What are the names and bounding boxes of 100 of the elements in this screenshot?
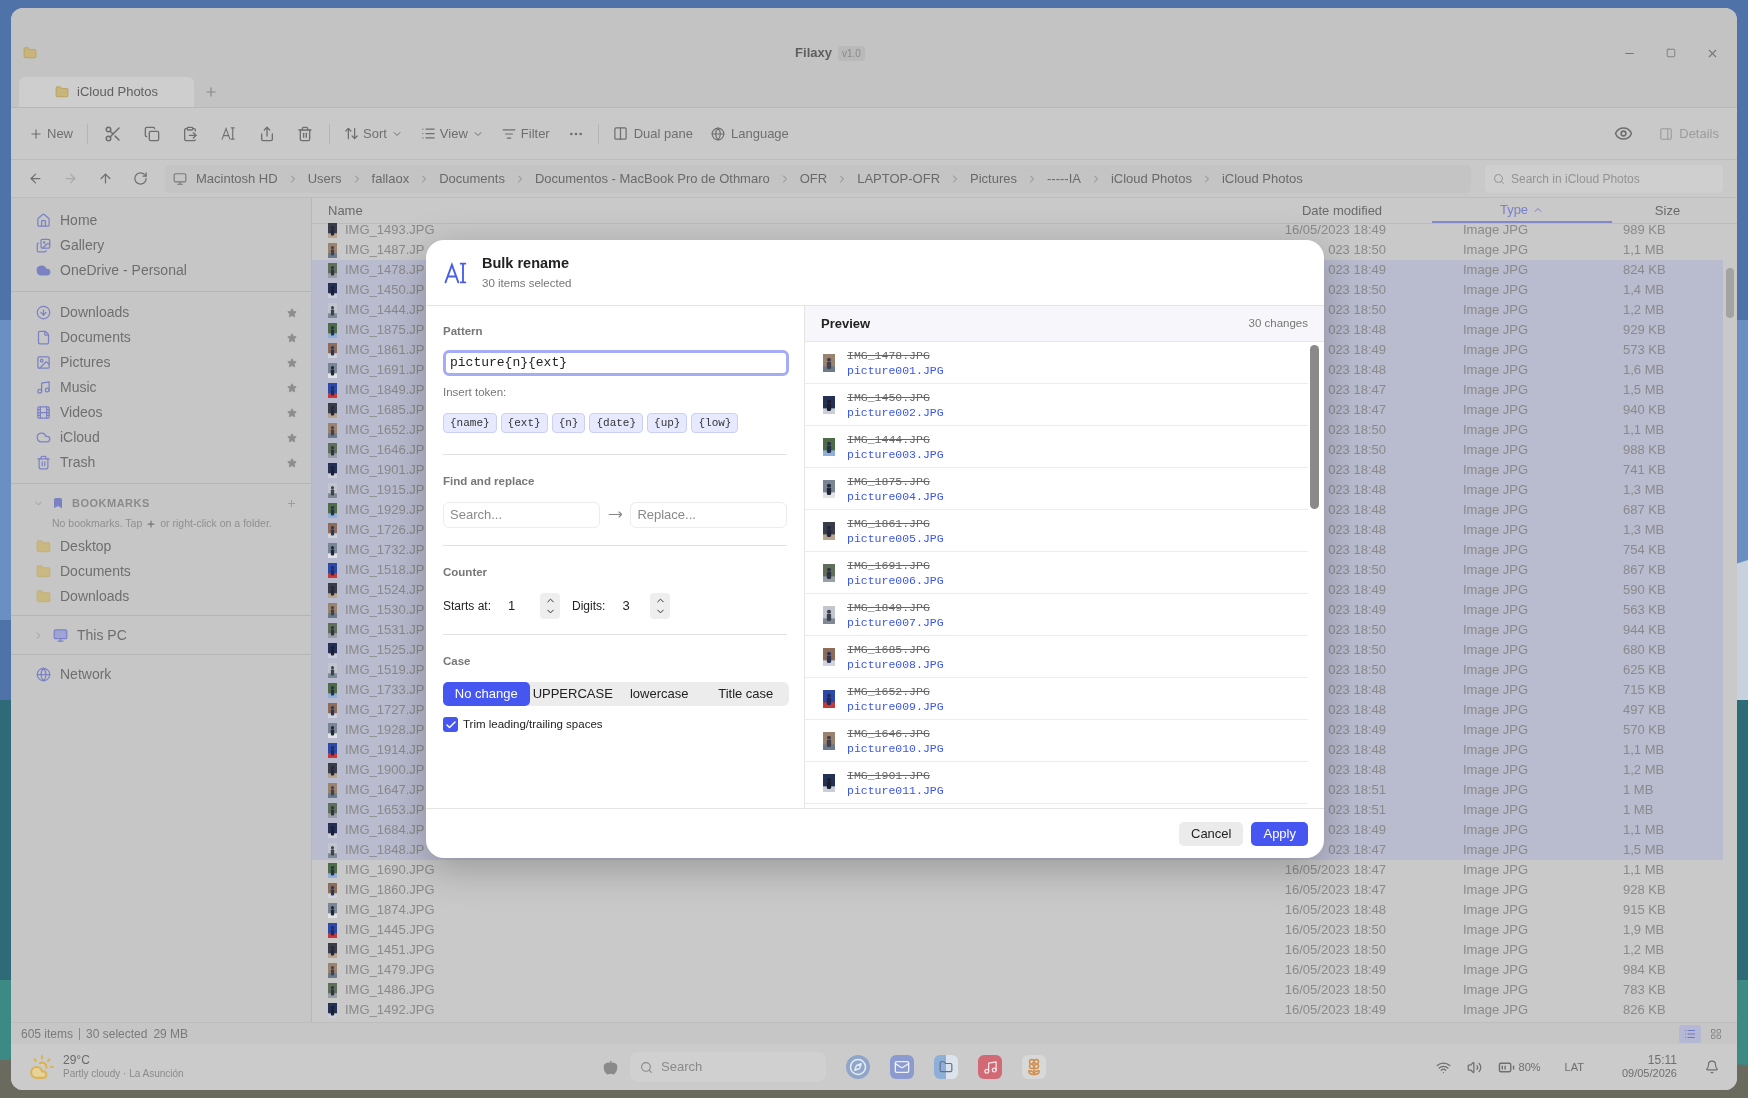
type-cell: Image JPG	[1463, 802, 1529, 818]
window-title: Filaxy	[795, 44, 832, 63]
file-name: IMG_1874.JPG	[345, 901, 435, 920]
old-file-name: IMG_1646.JPG	[847, 725, 931, 741]
file-name: IMG_1901.JP	[345, 461, 425, 480]
selection-count: 30 selected	[86, 1025, 148, 1043]
type-cell: Image JPG	[1463, 302, 1529, 318]
date-cell: 16/05/2023 18:49	[1284, 222, 1386, 238]
file-name: IMG_1860.JPG	[345, 881, 435, 900]
file-name: IMG_1525.JP	[345, 641, 425, 660]
date-cell: 16/05/2023 18:50	[1284, 942, 1386, 958]
size-cell: 1,5 MB	[1623, 382, 1665, 398]
section-label: Find and replace	[443, 474, 536, 490]
date-cell: 16/05/2023 18:50	[1284, 982, 1386, 998]
file-name: IMG_1445.JPG	[345, 921, 435, 940]
type-cell: Image JPG	[1463, 582, 1529, 598]
type-cell: Image JPG	[1463, 622, 1529, 638]
old-file-name: IMG_1849.JPG	[847, 599, 931, 615]
size-cell: 1,1 MB	[1623, 242, 1665, 258]
type-cell: Image JPG	[1463, 462, 1529, 478]
date-cell: 16/05/2023 18:49	[1284, 962, 1386, 978]
new-file-name: picture004.JPG	[847, 488, 944, 504]
size-cell: 1,5 MB	[1623, 842, 1665, 858]
clock-date: 09/05/2026	[1621, 1067, 1677, 1080]
file-name: IMG_1492.JPG	[345, 1001, 435, 1020]
date-cell: 023 18:51	[1328, 802, 1386, 818]
file-name: IMG_1875.JP	[345, 321, 425, 340]
date-cell: 023 18:48	[1328, 682, 1386, 698]
size-cell: 715 KB	[1623, 682, 1666, 698]
new-file-name: picture008.JPG	[847, 656, 944, 672]
change-count: 30 changes	[1248, 315, 1308, 331]
type-cell: Image JPG	[1463, 742, 1529, 758]
type-cell: Image JPG	[1463, 762, 1529, 778]
file-name: IMG_1684.JP	[345, 821, 425, 840]
new-file-name: picture005.JPG	[847, 530, 944, 546]
section-label: Case	[443, 653, 472, 669]
date-cell: 023 18:50	[1328, 422, 1386, 438]
file-name: IMG_1493.JPG	[345, 221, 435, 240]
file-name: IMG_1848.JP	[345, 841, 425, 860]
field-label: Digits:	[572, 597, 606, 615]
date-cell: 023 18:49	[1328, 342, 1386, 358]
file-name: IMG_1444.JP	[345, 301, 425, 320]
date-cell: 023 18:50	[1328, 302, 1386, 318]
type-cell: Image JPG	[1463, 562, 1529, 578]
type-cell: Image JPG	[1463, 642, 1529, 658]
date-cell: 16/05/2023 18:50	[1284, 922, 1386, 938]
type-cell: Image JPG	[1463, 782, 1529, 798]
type-cell: Image JPG	[1463, 1002, 1529, 1018]
new-file-name: picture002.JPG	[847, 404, 944, 420]
type-cell: Image JPG	[1463, 422, 1529, 438]
type-cell: Image JPG	[1463, 822, 1529, 838]
clock-time: 15:11	[1647, 1054, 1677, 1067]
size-cell: 1,6 MB	[1623, 362, 1665, 378]
date-cell: 16/05/2023 18:47	[1284, 882, 1386, 898]
new-file-name: picture011.JPG	[847, 782, 944, 798]
date-cell: 023 18:48	[1328, 322, 1386, 338]
type-cell: Image JPG	[1463, 942, 1529, 958]
size-cell: 989 KB	[1623, 222, 1666, 238]
size-cell: 783 KB	[1623, 982, 1666, 998]
old-file-name: IMG_1901.JPG	[847, 767, 931, 783]
size-cell: 563 KB	[1623, 602, 1666, 618]
field-label: Starts at:	[443, 597, 492, 615]
type-cell: Image JPG	[1463, 542, 1529, 558]
file-name: IMG_1524.JP	[345, 581, 425, 600]
type-cell: Image JPG	[1463, 282, 1529, 298]
type-cell: Image JPG	[1463, 342, 1529, 358]
size-cell: 1,3 MB	[1623, 522, 1665, 538]
type-cell: Image JPG	[1463, 322, 1529, 338]
size-cell: 680 KB	[1623, 642, 1666, 658]
type-cell: Image JPG	[1463, 902, 1529, 918]
file-name: IMG_1928.JP	[345, 721, 425, 740]
type-cell: Image JPG	[1463, 442, 1529, 458]
size-cell: 984 KB	[1623, 962, 1666, 978]
date-cell: 023 18:48	[1328, 542, 1386, 558]
section-label: Pattern	[443, 324, 484, 339]
file-name: IMG_1653.JP	[345, 801, 425, 820]
file-name: IMG_1479.JPG	[345, 961, 435, 980]
size-cell: 826 KB	[1623, 1002, 1666, 1018]
file-name: IMG_1861.JP	[345, 341, 425, 360]
type-cell: Image JPG	[1463, 862, 1529, 878]
date-cell: 023 18:48	[1328, 702, 1386, 718]
file-name: IMG_1518.JP	[345, 561, 425, 580]
date-cell: 023 18:50	[1328, 642, 1386, 658]
size-cell: 497 KB	[1623, 702, 1666, 718]
date-cell: 023 18:48	[1328, 482, 1386, 498]
file-name: IMG_1685.JP	[345, 401, 425, 420]
date-cell: 023 18:48	[1328, 522, 1386, 538]
new-file-name: picture003.JPG	[847, 446, 944, 462]
old-file-name: IMG_1652.JPG	[847, 683, 931, 699]
file-name: IMG_1647.JP	[345, 781, 425, 800]
size-cell: 867 KB	[1623, 562, 1666, 578]
date-cell: 023 18:48	[1328, 502, 1386, 518]
size-cell: 687 KB	[1623, 502, 1666, 518]
date-cell: 023 18:50	[1328, 282, 1386, 298]
size-cell: 570 KB	[1623, 722, 1666, 738]
date-cell: 023 18:48	[1328, 362, 1386, 378]
date-cell: 023 18:49	[1328, 602, 1386, 618]
size-cell: 1,1 MB	[1623, 742, 1665, 758]
size-cell: 754 KB	[1623, 542, 1666, 558]
old-file-name: IMG_1685.JPG	[847, 641, 931, 657]
